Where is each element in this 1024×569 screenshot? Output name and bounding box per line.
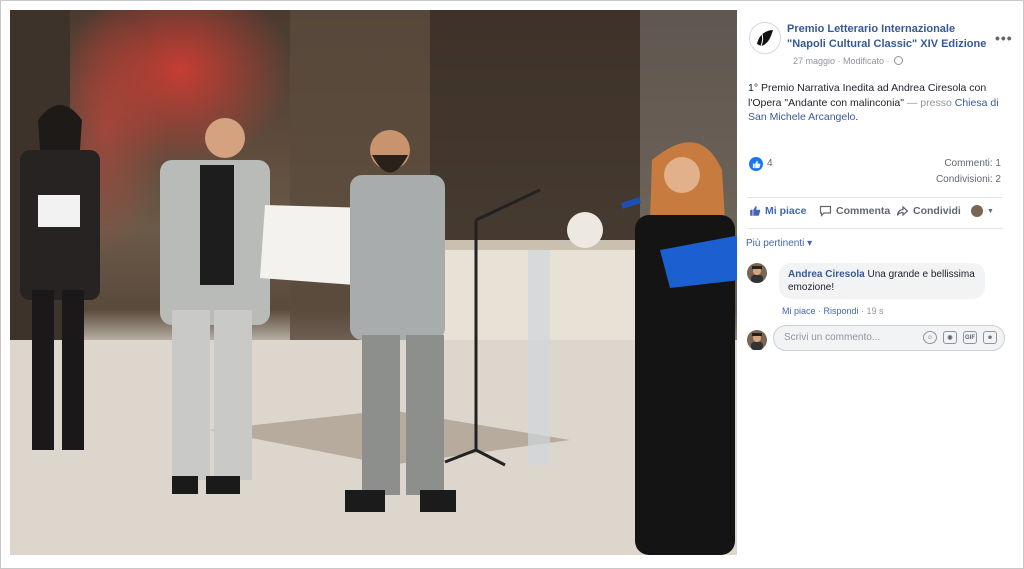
- comment-composer: Scrivi un commento... ☺ ◉ GIF ☻: [747, 324, 1007, 354]
- comment-input-placeholder: Scrivi un commento...: [784, 332, 881, 343]
- comment-bubble: Andrea Ciresola Una grande e bellissima …: [779, 263, 985, 299]
- reaction-profile-selector[interactable]: ▼: [971, 205, 994, 217]
- gif-icon[interactable]: GIF: [963, 331, 977, 344]
- post-meta: 27 maggio · Modificato ·: [793, 56, 904, 66]
- comment-actions: Mi piace · Rispondi · 19 s: [782, 306, 884, 316]
- post-text: 1° Premio Narrativa Inedita ad Andrea Ci…: [748, 81, 1004, 125]
- divider-top: [747, 197, 1003, 198]
- comment-like-link[interactable]: Mi piace: [782, 306, 816, 316]
- comment-author[interactable]: Andrea Ciresola: [788, 269, 865, 280]
- chevron-down-icon: ▼: [987, 207, 994, 215]
- post-text-end: .: [855, 111, 859, 123]
- page-logo-icon: [757, 30, 773, 47]
- camera-icon[interactable]: ◉: [943, 331, 957, 344]
- page-name-link[interactable]: Premio Letterario Internazionale "Napoli…: [787, 22, 987, 52]
- sticker-icon[interactable]: ☻: [983, 331, 997, 344]
- like-reaction-icon[interactable]: [749, 157, 763, 171]
- share-icon: [896, 205, 909, 217]
- comment-button-label: Commenta: [836, 205, 891, 217]
- page-avatar[interactable]: [749, 22, 781, 54]
- post-date[interactable]: 27 maggio · Modificato ·: [793, 56, 890, 66]
- page-frame: Premio Letterario Internazionale "Napoli…: [0, 0, 1024, 569]
- comment-icon: [819, 205, 832, 217]
- like-button[interactable]: Mi piace: [749, 205, 806, 217]
- thumbs-up-icon: [750, 206, 761, 216]
- more-options-icon[interactable]: •••: [995, 31, 1013, 45]
- comment-reply-link[interactable]: Rispondi: [824, 306, 859, 316]
- divider-bottom: [747, 228, 1003, 229]
- comments-count[interactable]: Commenti: 1: [944, 158, 1001, 169]
- photo-scene-drawing: [10, 10, 737, 555]
- photo-lectern: [528, 250, 550, 465]
- comment-button[interactable]: Commenta: [819, 205, 890, 217]
- reactions-row: 4 Commenti: 1 Condivisioni: 2: [749, 157, 1001, 193]
- post-actions: Mi piace Commenta Condividi ▼: [747, 202, 1003, 224]
- globe-icon: [894, 56, 904, 65]
- share-button-label: Condividi: [913, 205, 961, 217]
- emoji-icon[interactable]: ☺: [923, 331, 937, 344]
- current-user-avatar: [747, 330, 767, 350]
- like-count[interactable]: 4: [767, 158, 773, 169]
- shares-count[interactable]: Condivisioni: 2: [936, 174, 1001, 185]
- like-button-label: Mi piace: [765, 205, 807, 217]
- comment-time[interactable]: · 19 s: [859, 306, 884, 316]
- composer-icons: ☺ ◉ GIF ☻: [923, 331, 997, 344]
- comment-filter-dropdown[interactable]: Più pertinenti ▾: [746, 238, 812, 249]
- post-text-presso: — presso: [903, 96, 955, 109]
- post-panel: Premio Letterario Internazionale "Napoli…: [737, 10, 1013, 555]
- small-avatar-icon: [971, 205, 983, 217]
- event-photo: [10, 10, 737, 555]
- photo-viewer[interactable]: [10, 10, 737, 555]
- share-button[interactable]: Condividi: [896, 205, 961, 217]
- photo-flowers: [567, 212, 603, 248]
- commenter-avatar[interactable]: [747, 263, 767, 283]
- photo-altar-top: [440, 240, 650, 250]
